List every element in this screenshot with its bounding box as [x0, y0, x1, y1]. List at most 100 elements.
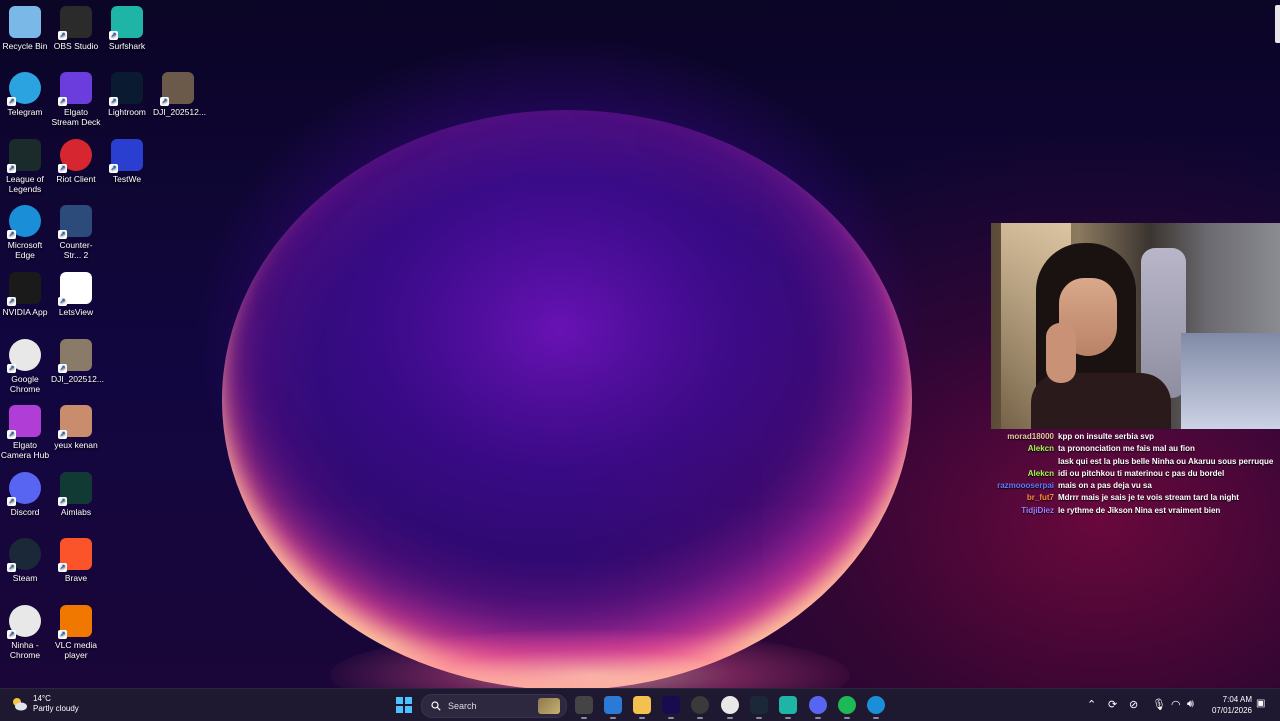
- taskbar-spotify-button[interactable]: [838, 696, 856, 714]
- shortcut-arrow-icon: ↗: [7, 164, 16, 173]
- desktop-shortcut-lightroom[interactable]: ↗ Lightroom: [102, 72, 152, 117]
- windows-logo-tile: [396, 706, 403, 713]
- sync-icon[interactable]: ⟳: [1108, 698, 1117, 711]
- desktop-icon-label: yeux kenan: [54, 440, 98, 450]
- taskbar-file-explorer-preview-button[interactable]: [575, 696, 593, 714]
- start-button[interactable]: [396, 697, 412, 713]
- desktop-icon-label: DJI_202512...: [51, 374, 104, 384]
- desktop-shortcut-video-file[interactable]: ↗ DJI_202512...: [51, 339, 104, 384]
- desktop-shortcut-testwe[interactable]: ↗ TestWe: [102, 139, 152, 184]
- desktop-shortcut-chrome[interactable]: ↗ Google Chrome: [0, 339, 50, 394]
- stream-chat-overlay: morad18000 kpp on insulte serbia svp Alekc…: [995, 431, 1280, 517]
- desktop-icon-label: TestWe: [112, 174, 142, 184]
- shortcut-arrow-icon: ↗: [109, 97, 118, 106]
- desktop-shortcut-chrome-profile[interactable]: ↗ Ninha - Chrome: [0, 605, 50, 660]
- chat-message: razmoooserpai mais on a pas deja vu sa: [995, 480, 1280, 492]
- desktop-shortcut-telegram[interactable]: ↗ Telegram: [0, 72, 50, 117]
- desktop-shortcut-obs-studio[interactable]: ↗ OBS Studio: [51, 6, 101, 51]
- chat-username: Alekcn: [1027, 468, 1054, 478]
- desktop-icon-label: League of Legends: [6, 174, 44, 194]
- chrome-profile-icon: ↗: [7, 605, 41, 639]
- testwe-icon: ↗: [109, 139, 143, 173]
- wifi-icon[interactable]: ◠: [1171, 698, 1181, 711]
- taskbar-obs-button[interactable]: [691, 696, 709, 714]
- taskbar-chrome-button[interactable]: [721, 696, 739, 714]
- desktop-shortcut-brave[interactable]: ↗ Brave: [51, 538, 101, 583]
- shortcut-arrow-icon: ↗: [7, 430, 16, 439]
- shortcut-arrow-icon: ↗: [7, 297, 16, 306]
- edge-scrollbar[interactable]: [1275, 5, 1280, 43]
- chrome-icon: ↗: [7, 339, 41, 373]
- taskbar-edge-button[interactable]: [867, 696, 885, 714]
- edge-icon: ↗: [7, 205, 41, 239]
- taskbar-surfshark-button[interactable]: [779, 696, 797, 714]
- chat-username: TidjiDiez: [1021, 505, 1054, 515]
- chat-text: idi ou pitchkou ti materinou c pas du bo…: [1058, 468, 1225, 478]
- taskbar-premiere-button[interactable]: [662, 696, 680, 714]
- shortcut-arrow-icon: ↗: [58, 563, 67, 572]
- shortcut-arrow-icon: ↗: [58, 497, 67, 506]
- search-icon: [431, 701, 441, 711]
- chevron-up-icon[interactable]: ⌃: [1087, 698, 1096, 711]
- chat-username: [995, 456, 1058, 468]
- partly-cloudy-icon: [10, 695, 28, 713]
- desktop-shortcut-image-file[interactable]: ↗ yeux kenan: [51, 405, 101, 450]
- desktop-icon-label: Discord: [10, 507, 40, 517]
- shortcut-arrow-icon: ↗: [58, 97, 67, 106]
- vlc-icon: ↗: [58, 605, 92, 639]
- taskbar-file-explorer-button[interactable]: [633, 696, 651, 714]
- desktop-icon-label: OBS Studio: [53, 41, 99, 51]
- desktop-shortcut-surfshark[interactable]: ↗ Surfshark: [102, 6, 152, 51]
- desktop-icon-label: Counter-Str... 2: [59, 240, 93, 260]
- desktop-shortcut-riot-client[interactable]: ↗ Riot Client: [51, 139, 101, 184]
- aimlabs-icon: ↗: [58, 472, 92, 506]
- desktop-icon-label: Ninha - Chrome: [9, 640, 41, 660]
- desktop-shortcut-stream-deck[interactable]: ↗ Elgato Stream Deck: [51, 72, 101, 127]
- desktop-shortcut-league-of-legends[interactable]: ↗ League of Legends: [0, 139, 50, 194]
- shortcut-arrow-icon: ↗: [7, 230, 16, 239]
- volume-icon[interactable]: 🔊︎: [1187, 698, 1194, 711]
- desktop-shortcut-edge[interactable]: ↗ Microsoft Edge: [0, 205, 50, 260]
- weather-temp: 14°C: [33, 694, 51, 703]
- desktop-shortcut-recycle-bin[interactable]: Recycle Bin: [0, 6, 50, 51]
- taskbar-search[interactable]: Search: [421, 694, 567, 718]
- desktop-shortcut-aimlabs[interactable]: ↗ Aimlabs: [51, 472, 101, 517]
- chat-username: razmoooserpai: [997, 481, 1054, 491]
- desktop-shortcut-letsview[interactable]: ↗ LetsView: [51, 272, 101, 317]
- clock-time: 7:04 AM: [1222, 695, 1252, 704]
- notification-bell-icon[interactable]: ▣: [1256, 698, 1265, 709]
- microphone-icon[interactable]: 🎙︎: [1152, 698, 1166, 711]
- recycle-bin-icon: [9, 6, 41, 38]
- webcam-person-hand: [1046, 323, 1076, 383]
- running-indicator: [873, 717, 879, 719]
- mute-notifications-icon[interactable]: ⊘: [1129, 698, 1138, 711]
- desktop-shortcut-steam[interactable]: ↗ Steam: [0, 538, 50, 583]
- chat-username: morad18000: [1007, 432, 1054, 441]
- desktop-icon-label: Steam: [12, 573, 38, 583]
- desktop-shortcut-camera-hub[interactable]: ↗ Elgato Camera Hub: [0, 405, 50, 460]
- desktop-shortcut-vlc[interactable]: ↗ VLC media player: [51, 605, 101, 660]
- video-file-icon: ↗: [160, 72, 194, 106]
- system-clock[interactable]: 7:04 AM 07/01/2026: [1206, 694, 1252, 716]
- desktop-shortcut-counter-strike[interactable]: ↗ Counter-Str... 2: [51, 205, 101, 260]
- chat-text: ta prononciation me fais mal au fion: [1058, 444, 1195, 454]
- chat-message: br_fut7 Mdrrr mais je sais je te vois str…: [995, 492, 1280, 504]
- discord-icon: ↗: [7, 472, 41, 506]
- taskbar-steam-button[interactable]: [750, 696, 768, 714]
- stream-deck-icon: ↗: [58, 72, 92, 106]
- obs-studio-icon: ↗: [58, 6, 92, 40]
- running-indicator: [610, 717, 616, 719]
- taskbar-discord-button[interactable]: [809, 696, 827, 714]
- desktop-shortcut-video-file[interactable]: ↗ DJI_202512...: [153, 72, 206, 117]
- desktop-icon-label: LetsView: [58, 307, 94, 317]
- weather-widget[interactable]: 14°C Partly cloudy: [10, 694, 79, 714]
- taskbar: 14°C Partly cloudy Search ⌃ ⟳ ⊘ 🎙︎ ◠ 🔊︎ …: [0, 688, 1280, 721]
- desktop-icon-label: Riot Client: [56, 174, 96, 184]
- desktop-shortcut-discord[interactable]: ↗ Discord: [0, 472, 50, 517]
- desktop-icon-label: Surfshark: [108, 41, 146, 51]
- taskbar-copilot-button[interactable]: [604, 696, 622, 714]
- running-indicator: [815, 717, 821, 719]
- desktop-shortcut-nvidia[interactable]: ↗ NVIDIA App: [0, 272, 50, 317]
- desktop-icon-label: Google Chrome: [9, 374, 41, 394]
- desktop-icon-label: Lightroom: [108, 107, 146, 117]
